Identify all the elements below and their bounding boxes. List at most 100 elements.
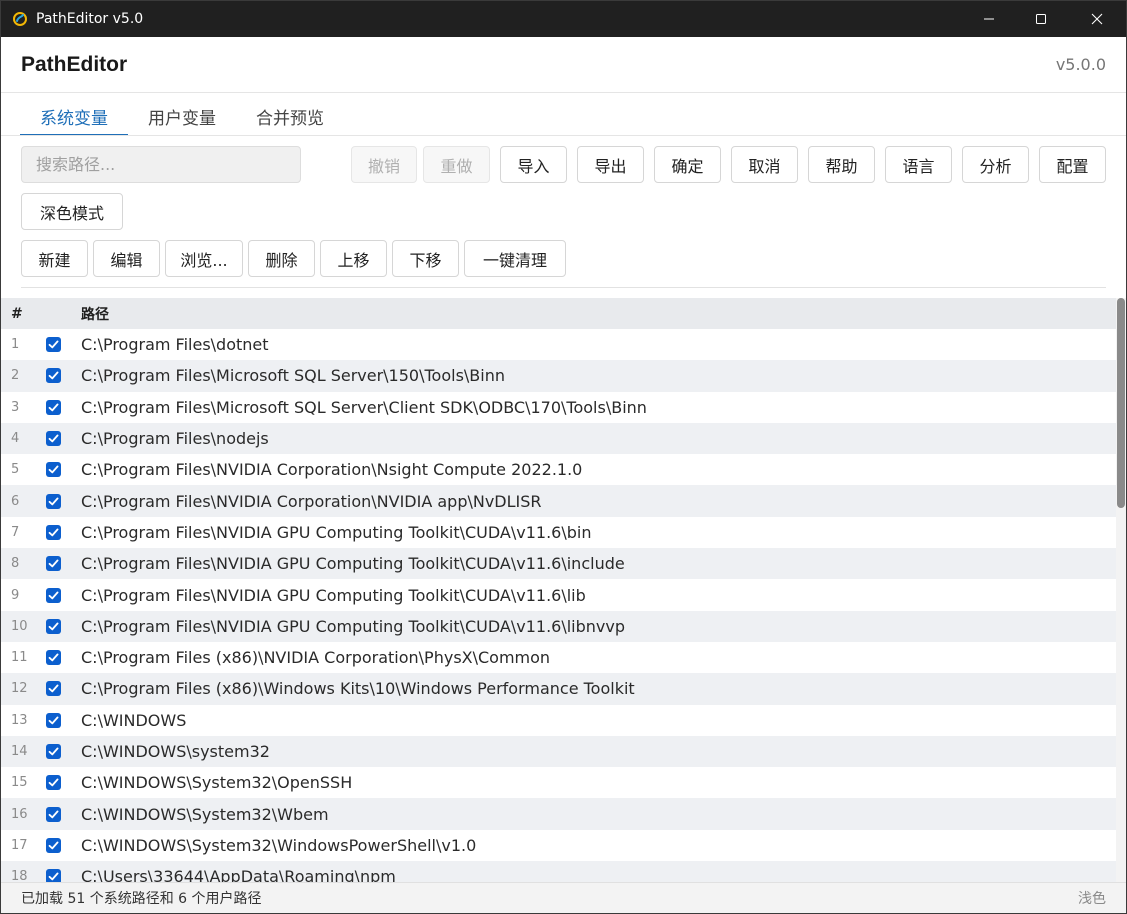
row-number: 8: [11, 556, 20, 572]
row-checkbox-cell: [46, 744, 81, 759]
undo-button[interactable]: 撤销: [351, 146, 417, 183]
row-path[interactable]: C:\WINDOWS: [81, 711, 1116, 730]
table-row[interactable]: 18 C:\Users\33644\AppData\Roaming\npm: [1, 861, 1116, 882]
row-path[interactable]: C:\Program Files\NVIDIA GPU Computing To…: [81, 617, 1116, 636]
table-row[interactable]: 16 C:\WINDOWS\System32\Wbem: [1, 798, 1116, 830]
row-path[interactable]: C:\Program Files\nodejs: [81, 429, 1116, 448]
language-button[interactable]: 语言: [885, 146, 952, 183]
column-header-path[interactable]: 路径: [81, 304, 1116, 324]
analyze-button[interactable]: 分析: [962, 146, 1029, 183]
row-path[interactable]: C:\WINDOWS\System32\OpenSSH: [81, 773, 1116, 792]
row-checkbox[interactable]: [46, 431, 61, 447]
import-button[interactable]: 导入: [500, 146, 567, 183]
row-path[interactable]: C:\Program Files\dotnet: [81, 335, 1116, 354]
row-path[interactable]: C:\Program Files\NVIDIA GPU Computing To…: [81, 523, 1116, 542]
row-path[interactable]: C:\WINDOWS\System32\WindowsPowerShell\v1…: [81, 836, 1116, 855]
edit-button[interactable]: 编辑: [93, 240, 160, 277]
row-checkbox[interactable]: [46, 806, 61, 822]
table-row[interactable]: 13 C:\WINDOWS: [1, 704, 1116, 736]
dark-mode-button[interactable]: 深色模式: [21, 193, 123, 230]
table-row[interactable]: 2 C:\Program Files\Microsoft SQL Server\1…: [1, 360, 1116, 392]
row-checkbox[interactable]: [46, 462, 61, 478]
row-checkbox-cell: [46, 869, 81, 882]
checkmark-icon: [48, 528, 59, 537]
row-number: 3: [11, 399, 20, 415]
clean-button[interactable]: 一键清理: [464, 240, 566, 277]
row-path[interactable]: C:\Program Files\NVIDIA Corporation\NVID…: [81, 492, 1116, 511]
move-down-button[interactable]: 下移: [392, 240, 459, 277]
row-path[interactable]: C:\WINDOWS\system32: [81, 742, 1116, 761]
checkmark-icon: [48, 434, 59, 443]
row-checkbox[interactable]: [46, 556, 61, 572]
new-button[interactable]: 新建: [21, 240, 88, 277]
row-checkbox-cell: [46, 493, 81, 509]
table-row[interactable]: 6 C:\Program Files\NVIDIA Corporation\NVI…: [1, 485, 1116, 517]
redo-button[interactable]: 重做: [423, 146, 490, 183]
checkmark-icon: [48, 653, 59, 662]
table-row[interactable]: 14 C:\WINDOWS\system32: [1, 735, 1116, 768]
theme-indicator[interactable]: 浅色: [1078, 888, 1106, 908]
help-button[interactable]: 帮助: [808, 146, 875, 183]
confirm-button[interactable]: 确定: [654, 146, 721, 183]
row-checkbox[interactable]: [46, 524, 61, 540]
close-button[interactable]: [1067, 0, 1127, 37]
checkmark-icon: [48, 591, 59, 599]
column-header-number[interactable]: #: [1, 306, 46, 322]
row-checkbox[interactable]: [46, 869, 61, 882]
row-path[interactable]: C:\Program Files\NVIDIA GPU Computing To…: [81, 554, 1116, 573]
row-checkbox[interactable]: [46, 837, 61, 853]
scrollbar-thumb[interactable]: [1117, 298, 1125, 508]
row-checkbox[interactable]: [46, 650, 61, 666]
move-up-button[interactable]: 上移: [320, 240, 387, 277]
row-checkbox[interactable]: [46, 587, 61, 603]
row-number: 14: [11, 744, 28, 759]
search-input[interactable]: [21, 146, 301, 183]
row-checkbox[interactable]: [46, 337, 61, 353]
config-button[interactable]: 配置: [1039, 146, 1106, 183]
row-path[interactable]: C:\Program Files\NVIDIA Corporation\Nsig…: [81, 460, 1116, 479]
row-checkbox[interactable]: [46, 368, 61, 384]
delete-button[interactable]: 删除: [248, 240, 315, 277]
row-checkbox[interactable]: [46, 681, 61, 697]
row-path[interactable]: C:\Program Files (x86)\NVIDIA Corporatio…: [81, 648, 1116, 667]
row-path[interactable]: C:\WINDOWS\System32\Wbem: [81, 805, 1116, 824]
row-checkbox[interactable]: [46, 744, 61, 759]
table-row[interactable]: 8 C:\Program Files\NVIDIA GPU Computing T…: [1, 548, 1116, 580]
table-row[interactable]: 7 C:\Program Files\NVIDIA GPU Computing T…: [1, 516, 1116, 549]
row-number: 13: [11, 712, 28, 728]
cancel-button[interactable]: 取消: [731, 146, 798, 183]
row-path[interactable]: C:\Program Files\Microsoft SQL Server\Cl…: [81, 398, 1116, 417]
table-row[interactable]: 12 C:\Program Files (x86)\Windows Kits\10…: [1, 673, 1116, 705]
row-checkbox[interactable]: [46, 399, 61, 415]
table-row[interactable]: 11 C:\Program Files (x86)\NVIDIA Corporat…: [1, 641, 1116, 674]
table-row[interactable]: 4 C:\Program Files\nodejs: [1, 422, 1116, 455]
export-button[interactable]: 导出: [577, 146, 644, 183]
maximize-button[interactable]: [1015, 0, 1067, 37]
tab-merge-preview[interactable]: 合并预览: [236, 96, 344, 136]
table-row[interactable]: 10 C:\Program Files\NVIDIA GPU Computing …: [1, 610, 1116, 642]
row-number: 17: [11, 837, 28, 853]
tabs-divider: [1, 135, 1126, 136]
table-row[interactable]: 9 C:\Program Files\NVIDIA GPU Computing T…: [1, 579, 1116, 611]
row-path[interactable]: C:\Users\33644\AppData\Roaming\npm: [81, 867, 1116, 882]
tab-system-variables[interactable]: 系统变量: [20, 96, 128, 136]
table-row[interactable]: 15 C:\WINDOWS\System32\OpenSSH: [1, 767, 1116, 799]
row-checkbox[interactable]: [46, 712, 61, 728]
table-row[interactable]: 3 C:\Program Files\Microsoft SQL Server\C…: [1, 391, 1116, 423]
checkmark-icon: [48, 841, 59, 850]
row-number: 7: [11, 524, 20, 540]
minimize-button[interactable]: [963, 0, 1015, 37]
tab-user-variables[interactable]: 用户变量: [128, 96, 236, 136]
checkmark-icon: [48, 497, 59, 505]
row-checkbox[interactable]: [46, 493, 61, 509]
row-path[interactable]: C:\Program Files (x86)\Windows Kits\10\W…: [81, 679, 1116, 698]
browse-button[interactable]: 浏览...: [165, 240, 243, 277]
table-row[interactable]: 17 C:\WINDOWS\System32\WindowsPowerShell\…: [1, 829, 1116, 862]
row-path[interactable]: C:\Program Files\Microsoft SQL Server\15…: [81, 366, 1116, 385]
table-row[interactable]: 5 C:\Program Files\NVIDIA Corporation\Nsi…: [1, 454, 1116, 486]
row-checkbox[interactable]: [46, 618, 61, 634]
row-number: 12: [11, 681, 28, 697]
table-row[interactable]: 1 C:\Program Files\dotnet: [1, 329, 1116, 361]
row-path[interactable]: C:\Program Files\NVIDIA GPU Computing To…: [81, 586, 1116, 605]
row-checkbox[interactable]: [46, 775, 61, 791]
